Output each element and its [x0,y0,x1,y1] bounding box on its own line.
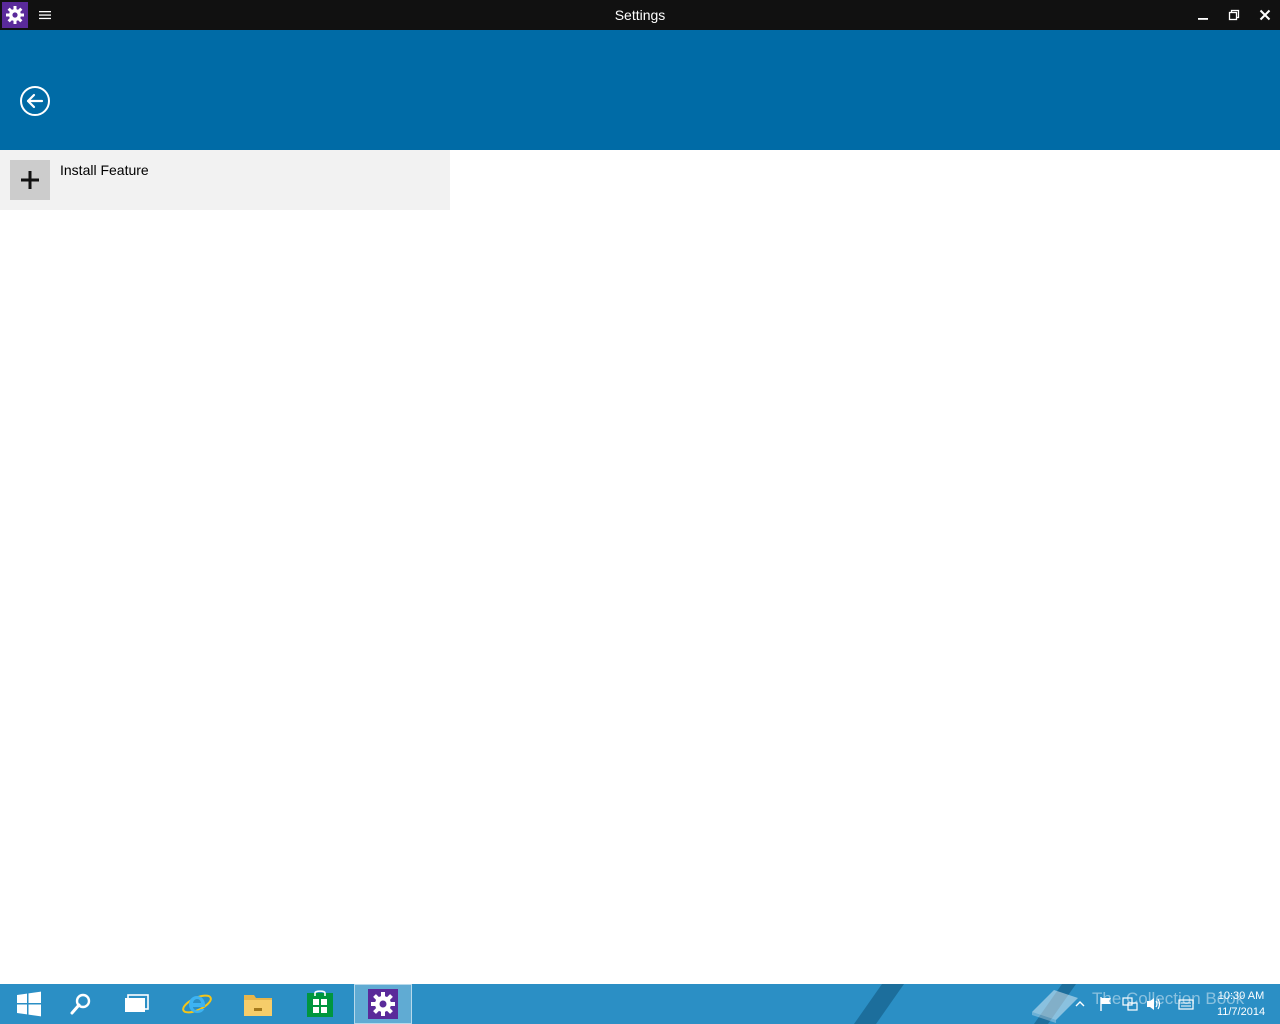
input-indicator-button[interactable] [1176,994,1196,1014]
folder-icon [244,995,272,1016]
clock-date: 11/7/2014 [1216,1006,1266,1018]
keyboard-icon [1178,999,1194,1010]
settings-app-icon[interactable] [2,2,28,28]
chevron-up-icon [1075,1001,1085,1007]
title-bar: Settings [0,0,1280,30]
close-button[interactable] [1250,0,1280,30]
volume-button[interactable] [1144,994,1164,1014]
minimize-icon [1198,18,1208,20]
taskbar-decoration [853,984,905,1024]
close-icon [1259,9,1271,21]
store-icon [307,990,333,1017]
restore-icon [1228,9,1240,21]
action-center-button[interactable] [1096,994,1116,1014]
network-icon [1122,997,1138,1011]
internet-explorer-icon [182,994,212,1014]
task-view-icon [125,994,149,1012]
page-header [0,30,1280,150]
start-button[interactable] [0,984,58,1024]
window-title: Settings [614,7,666,23]
clock-time: 10:30 AM [1217,990,1265,1002]
back-arrow-icon [20,86,50,116]
file-explorer-button[interactable] [229,984,287,1024]
hamburger-menu-button[interactable] [36,6,54,24]
task-view-button[interactable] [108,984,166,1024]
network-button[interactable] [1120,994,1140,1014]
restore-button[interactable] [1219,0,1249,30]
store-button[interactable] [291,984,349,1024]
taskbar-clock[interactable]: 10:30 AM 11/7/2014 [1206,988,1276,1020]
gear-icon [6,6,24,24]
show-hidden-icons-button[interactable] [1070,994,1090,1014]
back-button[interactable] [19,85,51,117]
internet-explorer-button[interactable] [168,984,226,1024]
minimize-button[interactable] [1188,0,1218,30]
settings-taskbar-button[interactable] [354,984,412,1024]
hamburger-icon [39,11,51,20]
install-feature-tile [10,160,50,200]
taskbar: The Collection Book 10:30 AM 11/7/2014 [0,984,1280,1024]
search-icon [70,993,91,1015]
gear-icon [368,989,398,1019]
flag-icon [1100,997,1111,1011]
speaker-icon [1147,998,1161,1010]
windows-logo-icon [17,991,41,1017]
install-feature-label: Install Feature [60,162,149,178]
install-feature-item[interactable]: Install Feature [0,150,450,210]
search-button[interactable] [52,984,110,1024]
plus-icon [21,171,39,189]
